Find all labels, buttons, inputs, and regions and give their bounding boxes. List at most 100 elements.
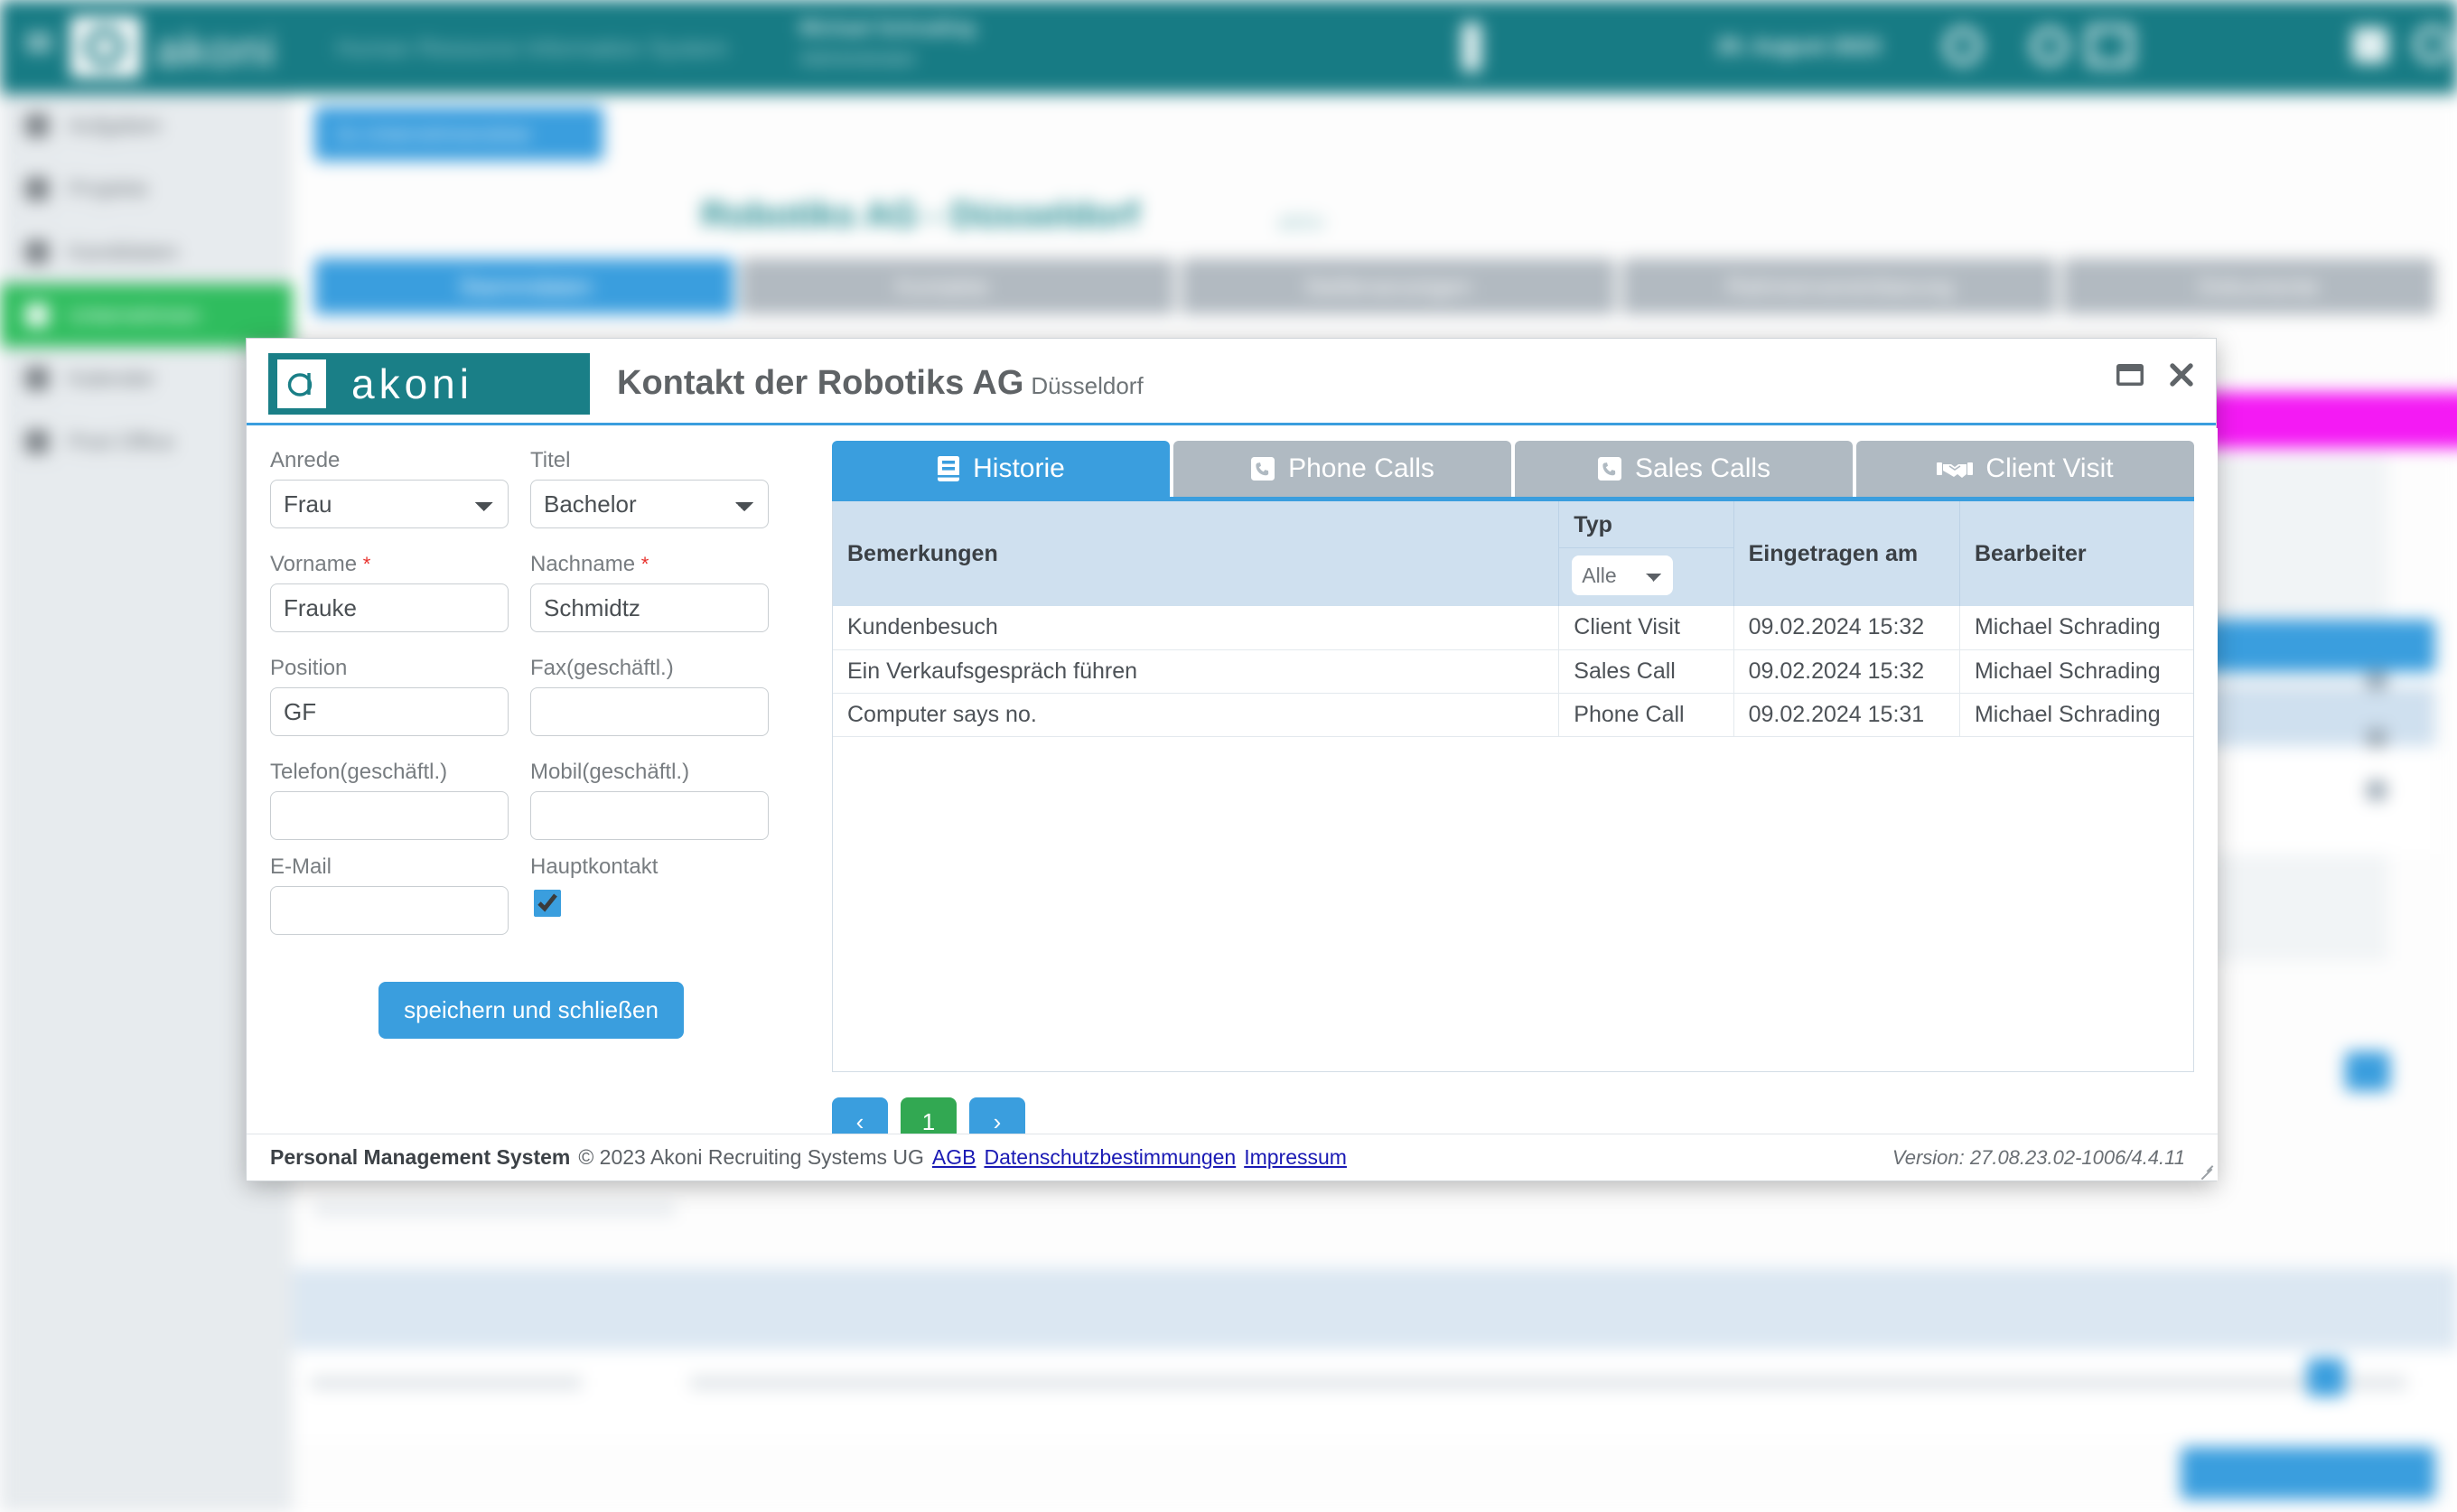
table-row[interactable]: Computer says no. Phone Call 09.02.2024 …: [833, 693, 2193, 737]
nachname-label: Nachname *: [530, 552, 769, 577]
table-action-button[interactable]: [2307, 1358, 2345, 1396]
search-icon-2[interactable]: [2031, 27, 2069, 65]
close-icon[interactable]: [2167, 360, 2196, 389]
cell-typ: Client Visit: [1558, 606, 1734, 650]
column-header-eingetragen-am: Eingetragen am: [1733, 501, 1960, 606]
impressum-link[interactable]: Impressum: [1244, 1145, 1347, 1170]
email-field[interactable]: [270, 886, 509, 935]
section-divider: [314, 1203, 676, 1216]
nachname-input[interactable]: [530, 583, 769, 632]
tab-phone-calls[interactable]: Phone Calls: [1173, 441, 1511, 497]
required-marker: *: [640, 553, 649, 575]
required-marker: *: [362, 553, 371, 575]
sidebar-item-label: Post Office: [69, 430, 174, 454]
cell-bemerkungen: Kundenbesuch: [833, 606, 1560, 650]
column-header-bearbeiter: Bearbeiter: [1959, 501, 2193, 606]
sidebar-item-label: Kalender: [69, 367, 156, 391]
mobil-input[interactable]: [530, 791, 769, 840]
vorname-label: Vorname *: [270, 552, 509, 577]
hamburger-menu-icon[interactable]: [25, 34, 52, 40]
anrede-select[interactable]: Frau: [270, 480, 509, 528]
cell-eingetragen-am: 09.02.2024 15:32: [1733, 649, 1960, 694]
panel-icon[interactable]: [2367, 780, 2387, 800]
tab-label: Stammdaten: [459, 273, 593, 300]
sidebar-item-aufgaben[interactable]: Aufgaben: [0, 94, 293, 157]
typ-filter-wrap: Alle: [1559, 548, 1733, 602]
typ-filter-select[interactable]: Alle: [1572, 555, 1674, 595]
save-row: speichern und schließen: [270, 982, 785, 1039]
cell-typ: Phone Call: [1558, 693, 1734, 737]
panel-icon[interactable]: [2367, 670, 2387, 690]
history-table-body: Kundenbesuch Client Visit 09.02.2024 15:…: [833, 606, 2193, 737]
sidebar-item-label: Projekte: [69, 177, 149, 201]
footer-version: Version: 27.08.23.02-1006/4.4.11: [1892, 1145, 2185, 1169]
column-header-typ: Typ Alle: [1558, 501, 1734, 606]
footer-left: Personal Management System © 2023 Akoni …: [270, 1145, 1347, 1170]
fullscreen-icon[interactable]: [2087, 25, 2134, 67]
column-header-typ-label: Typ: [1559, 501, 1733, 548]
table-row[interactable]: Kundenbesuch Client Visit 09.02.2024 15:…: [833, 606, 2193, 650]
tab-historie[interactable]: Historie: [832, 441, 1170, 497]
search-icon[interactable]: [1944, 27, 1982, 65]
agb-link[interactable]: AGB: [932, 1145, 976, 1170]
cell-eingetragen-am: 09.02.2024 15:32: [1733, 606, 1960, 650]
tab-label: Stellenanzeigen: [1304, 273, 1472, 300]
background-user-name: Michael Schrading: [799, 16, 976, 39]
panel-select-button[interactable]: [2345, 1051, 2390, 1091]
background-topbar: akoni Human Resource Information System …: [0, 0, 2457, 94]
akoni-logo-icon: [277, 359, 326, 408]
background-logo-ring: [85, 27, 125, 67]
history-tabs: Historie Phone Calls Sales Calls Client …: [832, 441, 2194, 497]
cell-bearbeiter: Michael Schrading: [1959, 693, 2193, 737]
background-app-subtitle: Human Resource Information System: [336, 34, 728, 61]
tab-label: Phone Calls: [1288, 453, 1434, 483]
datenschutz-link[interactable]: Datenschutzbestimmungen: [984, 1145, 1236, 1170]
vorname-label-text: Vorname: [270, 552, 358, 576]
building-icon: [25, 303, 49, 327]
modal-logo: akoni: [268, 353, 590, 415]
nachname-label-text: Nachname: [530, 552, 636, 576]
tab-label: Historie: [973, 453, 1065, 483]
hamburger-menu-icon-line2[interactable]: [25, 45, 52, 51]
page-title: Robotiks AG - Düsseldorf: [701, 195, 1140, 235]
table-header-row: [293, 1268, 2457, 1349]
contact-modal-dialog: akoni Kontakt der Robotiks AG Düsseldorf: [246, 338, 2218, 1181]
table-row[interactable]: Ein Verkaufsgespräch führen Sales Call 0…: [833, 649, 2193, 694]
cell-eingetragen-am: 09.02.2024 15:31: [1733, 693, 1960, 737]
tab-sales-calls[interactable]: Sales Calls: [1515, 441, 1853, 497]
save-and-close-button[interactable]: speichern und schließen: [378, 982, 684, 1039]
table-body: [293, 1349, 2457, 1440]
tab-label: Dokumente: [2199, 273, 2319, 300]
sidebar-item-projekte[interactable]: Projekte: [0, 157, 293, 220]
modal-logo-wordmark: akoni: [351, 360, 473, 407]
sidebar-item-label: Aufgaben: [69, 114, 162, 138]
page-title-status: aktiv: [1277, 208, 1326, 235]
window-restore-icon[interactable]: [2115, 361, 2145, 388]
handshake-icon: [1937, 457, 1974, 481]
modal-body: Anrede Frau Titel Bachelor Vorname * Fra…: [247, 428, 2218, 1146]
titel-select[interactable]: Bachelor: [530, 480, 769, 528]
book-icon: [937, 455, 960, 482]
vorname-input[interactable]: [270, 583, 509, 632]
hauptkontakt-checkbox[interactable]: [534, 890, 561, 917]
person-icon[interactable]: [1462, 22, 1481, 72]
power-icon[interactable]: [2414, 25, 2452, 63]
cell-bearbeiter: Michael Schrading: [1959, 606, 2193, 650]
column-header-bemerkungen: Bemerkungen: [833, 501, 1560, 606]
wrench-icon[interactable]: [2352, 27, 2388, 63]
table-row-divider: [690, 1377, 2406, 1389]
modal-title: Kontakt der Robotiks AG Düsseldorf: [617, 364, 1144, 403]
panel-icon[interactable]: [2367, 728, 2387, 748]
telefon-input[interactable]: [270, 791, 509, 840]
modal-header: akoni Kontakt der Robotiks AG Düsseldorf: [247, 339, 2216, 425]
position-input[interactable]: [270, 687, 509, 736]
resize-grip[interactable]: [2198, 1162, 2214, 1181]
fax-input[interactable]: [530, 687, 769, 736]
contact-form: Anrede Frau Titel Bachelor Vorname * Fra…: [247, 428, 808, 1134]
tab-client-visit[interactable]: Client Visit: [1856, 441, 2194, 497]
position-label: Position: [270, 656, 348, 680]
bottom-action-button[interactable]: [2181, 1447, 2435, 1499]
sidebar-item-kandidaten[interactable]: Kandidaten: [0, 220, 293, 284]
mobil-label: Mobil(geschäftl.): [530, 760, 690, 784]
modal-window-controls: [2115, 360, 2196, 389]
